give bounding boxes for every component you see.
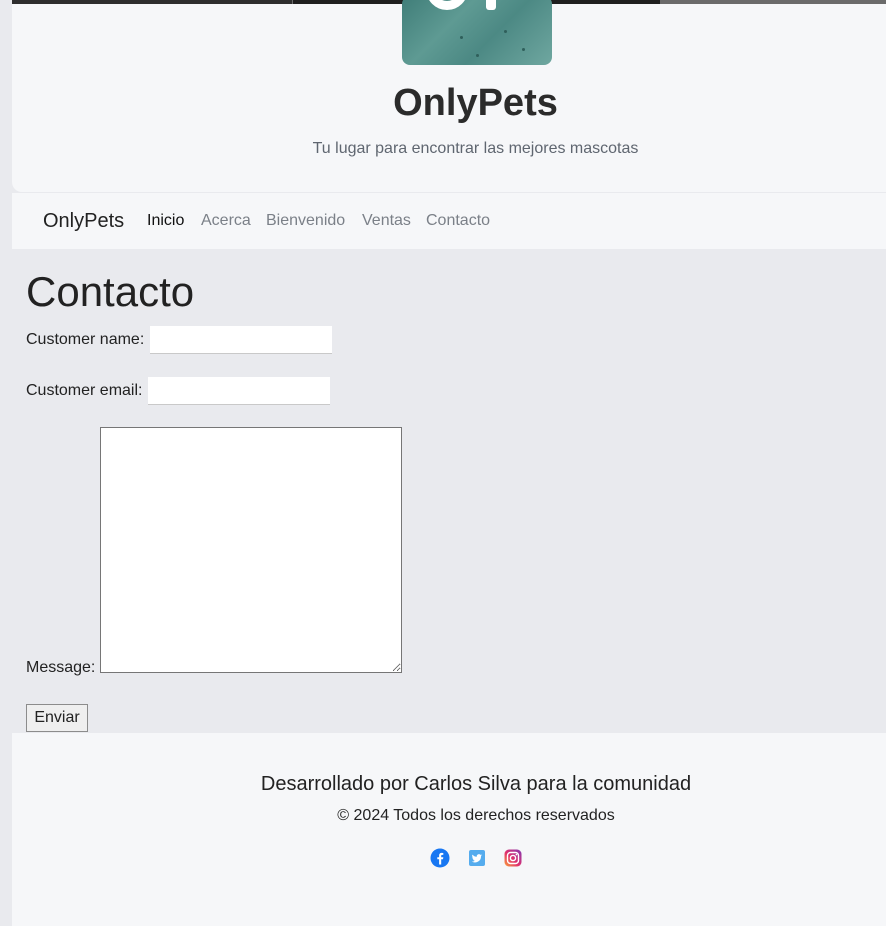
nav-item-bienvenido[interactable]: Bienvenido [266,212,345,230]
twitter-icon[interactable] [467,848,487,868]
hero-subtitle: Tu lugar para encontrar las mejores masc… [312,140,639,157]
hero-title: OnlyPets [393,82,558,124]
site-logo [402,0,552,65]
navbar-brand[interactable]: OnlyPets [43,210,124,233]
facebook-icon[interactable] [430,848,450,868]
footer-developer-credit: Desarrollado por Carlos Silva para la co… [260,773,692,795]
message-textarea[interactable] [100,427,402,673]
nav-item-acerca[interactable]: Acerca [201,212,251,230]
main-navbar: OnlyPets Inicio Acerca Bienvenido Ventas… [12,193,886,249]
hero-header: OnlyPets Tu lugar para encontrar las mej… [12,0,886,192]
customer-name-label: Customer name: [26,331,145,348]
customer-email-label: Customer email: [26,382,143,399]
message-label: Message: [26,659,96,676]
site-footer: Desarrollado por Carlos Silva para la co… [12,733,886,926]
logo-letter-p [486,0,496,10]
left-edge [0,0,12,926]
nav-item-contacto[interactable]: Contacto [426,212,490,230]
customer-name-input[interactable] [150,326,332,354]
customer-email-input[interactable] [148,377,330,405]
logo-letter-o [426,0,468,10]
instagram-icon[interactable] [503,848,523,868]
page-title: Contacto [26,268,195,315]
footer-copyright: © 2024 Todos los derechos reservados [337,807,615,824]
nav-item-inicio[interactable]: Inicio [147,212,184,230]
nav-item-ventas[interactable]: Ventas [362,212,411,230]
enviar-button[interactable]: Enviar [26,704,88,732]
